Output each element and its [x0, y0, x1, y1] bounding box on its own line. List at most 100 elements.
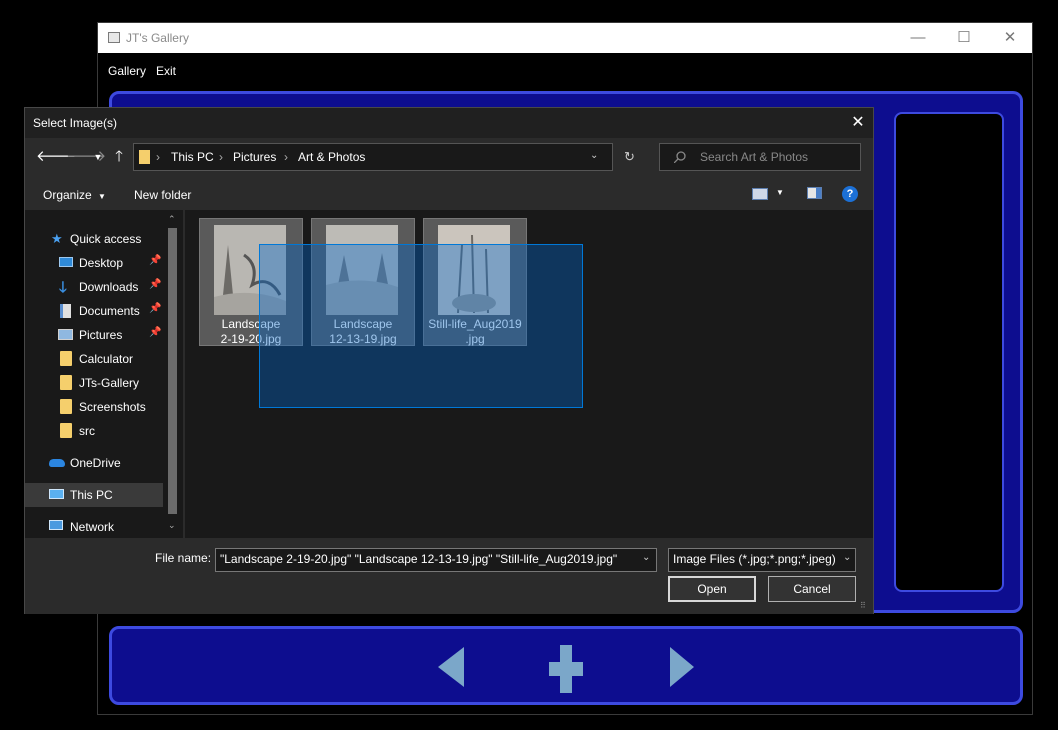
scroll-up-chevron-icon[interactable]: ⌃	[168, 214, 176, 225]
navigation-pane-scrollbar[interactable]: ⌃ ⌄	[165, 212, 181, 538]
help-icon[interactable]: ?	[842, 186, 858, 202]
forward-arrow-icon[interactable]: 🡒	[66, 148, 106, 166]
window-title: JT's Gallery	[126, 31, 189, 45]
breadcrumb-separator-icon: ›	[219, 150, 223, 164]
up-arrow-icon[interactable]: 🡑	[111, 148, 127, 166]
file-name-label: File name:	[155, 551, 212, 565]
scrollbar-thumb[interactable]	[168, 228, 177, 514]
image-display	[894, 112, 1004, 592]
file-type-select[interactable]: Image Files (*.jpg;*.png;*.jpeg)	[668, 548, 856, 572]
close-button[interactable]: ✕	[987, 23, 1033, 53]
network-icon	[49, 520, 63, 530]
back-arrow-icon[interactable]: 🡐	[36, 148, 76, 166]
navigation-pane: ★ Quick access Desktop 📌 🡓 Downloads 📌 D…	[25, 210, 183, 538]
selection-rectangle	[259, 244, 583, 408]
file-type-dropdown-chevron-icon[interactable]: ⌄	[843, 552, 851, 563]
next-arrow-icon[interactable]	[670, 647, 694, 687]
sidebar-item-screenshots[interactable]: Screenshots	[25, 395, 163, 419]
sidebar-item-calculator[interactable]: Calculator	[25, 347, 163, 371]
sidebar-item-network[interactable]: Network	[25, 515, 163, 539]
sidebar-item-jts-gallery[interactable]: JTs-Gallery	[25, 371, 163, 395]
dialog-navigation-row: 🡐 🡒 ▼ 🡑 › This PC › Pictures › Art & Pho…	[25, 138, 873, 178]
menu-gallery[interactable]: Gallery	[108, 64, 146, 78]
sidebar-item-label: OneDrive	[70, 456, 121, 470]
address-bar[interactable]: › This PC › Pictures › Art & Photos ⌄ ↻	[133, 143, 635, 171]
sidebar-item-downloads[interactable]: 🡓 Downloads 📌	[25, 275, 163, 299]
sidebar-item-label: src	[79, 424, 95, 438]
navigation-bar	[109, 626, 1023, 705]
organize-chevron-icon: ▼	[98, 192, 106, 201]
sidebar-item-label: Downloads	[79, 280, 139, 294]
sidebar-item-label: Network	[70, 520, 115, 534]
breadcrumb-this-pc[interactable]: This PC	[171, 150, 214, 164]
star-icon: ★	[51, 231, 63, 246]
minimize-button[interactable]: —	[895, 23, 941, 53]
breadcrumb-separator-icon: ›	[284, 150, 288, 164]
dialog-close-button[interactable]: ✕	[847, 113, 869, 133]
pin-icon: 📌	[149, 255, 162, 266]
preview-pane-icon[interactable]	[807, 187, 822, 199]
organize-label: Organize	[43, 188, 92, 202]
sidebar-item-label: This PC	[70, 488, 113, 502]
organize-button[interactable]: Organize ▼	[43, 188, 106, 202]
resize-grip-icon[interactable]: ⠿	[860, 601, 866, 610]
address-dropdown-chevron-icon[interactable]: ⌄	[590, 150, 598, 161]
folder-icon	[60, 375, 72, 390]
pictures-icon	[58, 329, 73, 340]
recent-locations-chevron-icon[interactable]: ▼	[90, 148, 106, 166]
previous-arrow-icon[interactable]	[438, 647, 464, 687]
sidebar-item-documents[interactable]: Documents 📌	[25, 299, 163, 323]
folder-icon	[60, 423, 72, 438]
file-name-value: "Landscape 2-19-20.jpg" "Landscape 12-13…	[220, 552, 618, 566]
file-type-value: Image Files (*.jpg;*.png;*.jpeg)	[673, 552, 836, 566]
app-icon	[108, 32, 120, 43]
select-images-dialog: Select Image(s) ✕ 🡐 🡒 ▼ 🡑 › This PC › Pi…	[24, 107, 874, 614]
search-box[interactable]: Search Art & Photos	[659, 143, 861, 171]
scroll-down-chevron-icon[interactable]: ⌄	[168, 520, 176, 531]
sidebar-item-src[interactable]: src	[25, 419, 163, 443]
sidebar-item-pictures[interactable]: Pictures 📌	[25, 323, 163, 347]
sidebar-item-desktop[interactable]: Desktop 📌	[25, 251, 163, 275]
cloud-icon	[49, 459, 65, 467]
breadcrumb-separator-icon: ›	[156, 150, 160, 164]
menu-exit[interactable]: Exit	[156, 64, 176, 78]
maximize-button[interactable]: ☐	[941, 23, 987, 53]
view-options-icon[interactable]	[752, 188, 768, 200]
computer-icon	[49, 489, 64, 499]
view-dropdown-chevron-icon[interactable]: ▼	[776, 188, 784, 197]
folder-icon	[60, 399, 72, 414]
folder-icon	[60, 351, 72, 366]
sidebar-item-label: Pictures	[79, 328, 123, 342]
sidebar-item-label: Quick access	[70, 232, 142, 246]
sidebar-item-label: Screenshots	[79, 400, 146, 414]
documents-icon	[60, 304, 71, 318]
new-folder-button[interactable]: New folder	[134, 188, 191, 202]
dialog-toolbar: Organize ▼ New folder ▼ ?	[25, 178, 873, 210]
file-name-dropdown-chevron-icon[interactable]: ⌄	[642, 552, 650, 563]
sidebar-item-quick-access[interactable]: ★ Quick access	[25, 227, 163, 251]
file-name-input[interactable]: "Landscape 2-19-20.jpg" "Landscape 12-13…	[215, 548, 657, 572]
search-placeholder: Search Art & Photos	[700, 150, 809, 164]
breadcrumb-art-photos[interactable]: Art & Photos	[298, 150, 365, 164]
pin-icon: 📌	[149, 303, 162, 314]
sidebar-item-this-pc[interactable]: This PC	[25, 483, 163, 507]
gallery-titlebar: JT's Gallery — ☐ ✕	[98, 23, 1032, 53]
file-list: Landscape 2-19-20.jpg Landscape 12-13-19.j…	[185, 210, 873, 538]
breadcrumb-pictures[interactable]: Pictures	[233, 150, 276, 164]
cancel-button[interactable]: Cancel	[768, 576, 856, 602]
pin-icon: 📌	[149, 327, 162, 338]
dialog-titlebar: Select Image(s) ✕	[25, 108, 873, 138]
pin-icon: 📌	[149, 279, 162, 290]
sidebar-item-onedrive[interactable]: OneDrive	[25, 451, 163, 475]
add-plus-icon[interactable]	[549, 645, 583, 693]
folder-icon	[139, 150, 150, 164]
open-button[interactable]: Open	[668, 576, 756, 602]
refresh-icon[interactable]: ↻	[624, 149, 635, 165]
sidebar-item-label: JTs-Gallery	[79, 376, 140, 390]
menu-bar: Gallery Exit	[98, 53, 1032, 83]
sidebar-item-label: Documents	[79, 304, 140, 318]
search-icon	[674, 151, 686, 163]
dialog-title: Select Image(s)	[33, 116, 118, 130]
desktop-icon	[59, 257, 73, 267]
sidebar-item-label: Calculator	[79, 352, 134, 366]
